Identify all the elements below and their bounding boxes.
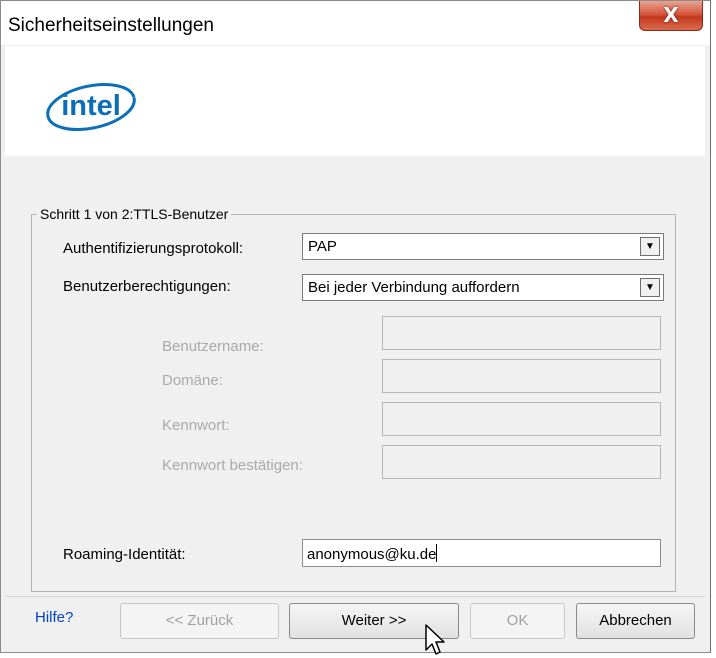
domain-field xyxy=(382,359,661,393)
user-credentials-label: Benutzerberechtigungen: xyxy=(63,278,231,295)
user-credentials-select[interactable]: Bei jeder Verbindung auffordern ▼ xyxy=(302,274,664,301)
back-button[interactable]: << Zurück xyxy=(120,603,279,639)
chevron-down-icon[interactable]: ▼ xyxy=(640,278,660,297)
close-button[interactable]: X xyxy=(639,1,703,31)
footer-divider xyxy=(5,596,705,597)
roaming-identity-label: Roaming-Identität: xyxy=(63,546,186,563)
password-label: Kennwort: xyxy=(162,417,230,434)
password-field xyxy=(382,402,661,436)
help-link[interactable]: Hilfe? xyxy=(35,609,73,626)
roaming-identity-input[interactable]: anonymous@ku.de xyxy=(302,539,661,567)
mouse-pointer-icon xyxy=(425,624,445,655)
text-caret xyxy=(436,544,438,562)
cancel-button[interactable]: Abbrechen xyxy=(576,603,695,639)
user-credentials-value: Bei jeder Verbindung auffordern xyxy=(308,279,520,296)
roaming-identity-value: anonymous@ku.de xyxy=(307,546,437,563)
window-title: Sicherheitseinstellungen xyxy=(8,15,214,36)
close-icon: X xyxy=(663,3,679,27)
auth-protocol-value: PAP xyxy=(308,238,337,255)
ok-button[interactable]: OK xyxy=(470,603,565,639)
username-label: Benutzername: xyxy=(162,338,264,355)
confirm-password-field xyxy=(382,445,661,479)
chevron-down-icon[interactable]: ▼ xyxy=(640,237,660,256)
auth-protocol-label: Authentifizierungsprotokoll: xyxy=(63,240,244,257)
intel-logo: intel xyxy=(46,83,136,131)
auth-protocol-select[interactable]: PAP ▼ xyxy=(302,233,664,260)
domain-label: Domäne: xyxy=(162,372,223,389)
username-field xyxy=(382,316,661,350)
title-bar: Sicherheitseinstellungen X xyxy=(1,1,710,45)
group-legend: Schritt 1 von 2:TTLS-Benutzer xyxy=(37,206,232,222)
confirm-password-label: Kennwort bestätigen: xyxy=(162,457,303,474)
logo-text: intel xyxy=(61,90,121,122)
